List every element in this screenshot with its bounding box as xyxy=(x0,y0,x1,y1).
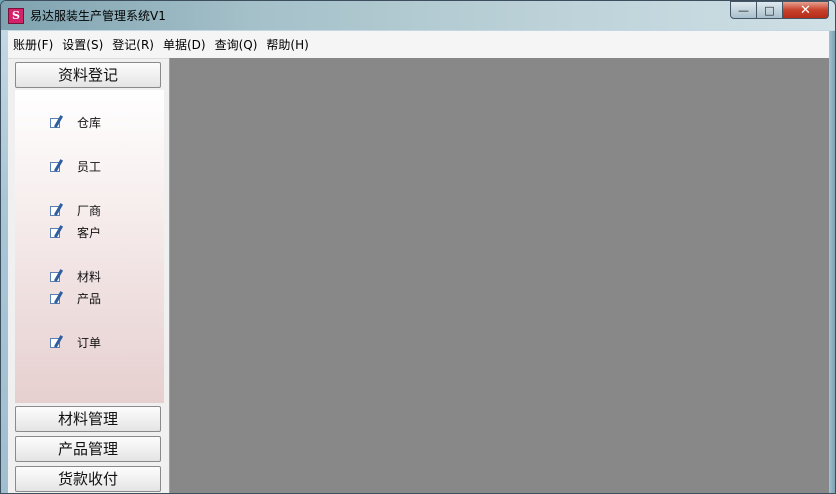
title-bar[interactable]: S 易达服装生产管理系统V1 — □ ✕ xyxy=(1,1,835,30)
close-button[interactable]: ✕ xyxy=(783,1,829,19)
menu-settings[interactable]: 设置(S) xyxy=(58,34,107,56)
sidebar-item-label: 订单 xyxy=(77,335,102,350)
sidebar-item-label: 仓库 xyxy=(77,115,102,130)
edit-doc-icon xyxy=(49,203,65,217)
sidebar-panel: 仓库 员工 厂商 客户 材料 产品 订单 xyxy=(15,90,164,403)
maximize-button[interactable]: □ xyxy=(757,1,783,19)
sidebar-item-label: 员工 xyxy=(77,159,102,174)
menu-bar: 账册(F) 设置(S) 登记(R) 单据(D) 查询(Q) 帮助(H) xyxy=(8,31,829,59)
menu-query[interactable]: 查询(Q) xyxy=(211,34,262,56)
mdi-workspace[interactable] xyxy=(169,58,830,493)
product-management-button[interactable]: 产品管理 xyxy=(15,436,161,462)
menu-help[interactable]: 帮助(H) xyxy=(262,34,312,56)
sidebar-item-label: 产品 xyxy=(77,291,102,306)
window-border xyxy=(829,31,835,493)
edit-doc-icon xyxy=(49,291,65,305)
sidebar-item-label: 材料 xyxy=(77,269,102,284)
sidebar-item-customer[interactable]: 客户 xyxy=(49,223,101,241)
sidebar-item-material[interactable]: 材料 xyxy=(49,267,101,285)
edit-doc-icon xyxy=(49,225,65,239)
sidebar-header-button[interactable]: 资料登记 xyxy=(15,62,161,88)
main-window: S 易达服装生产管理系统V1 — □ ✕ 账册(F) 设置(S) 登记(R) 单… xyxy=(0,0,836,494)
edit-doc-icon xyxy=(49,335,65,349)
menu-ledger[interactable]: 账册(F) xyxy=(9,34,57,56)
edit-doc-icon xyxy=(49,159,65,173)
material-management-button[interactable]: 材料管理 xyxy=(15,406,161,432)
minimize-button[interactable]: — xyxy=(730,1,757,19)
client-area: 账册(F) 设置(S) 登记(R) 单据(D) 查询(Q) 帮助(H) 资料登记… xyxy=(8,31,830,493)
sidebar-item-employee[interactable]: 员工 xyxy=(49,157,101,175)
window-controls: — □ ✕ xyxy=(730,1,829,20)
sidebar-item-order[interactable]: 订单 xyxy=(49,333,101,351)
sidebar-item-warehouse[interactable]: 仓库 xyxy=(49,113,101,131)
sidebar-item-label: 厂商 xyxy=(77,203,102,218)
edit-doc-icon xyxy=(49,269,65,283)
sidebar-item-label: 客户 xyxy=(77,225,102,240)
sidebar-item-product[interactable]: 产品 xyxy=(49,289,101,307)
menu-documents[interactable]: 单据(D) xyxy=(159,34,210,56)
edit-doc-icon xyxy=(49,115,65,129)
menu-register[interactable]: 登记(R) xyxy=(108,34,158,56)
sidebar: 资料登记 仓库 员工 厂商 客户 材料 产品 订单 材料管理 产品管理 货款收付 xyxy=(12,60,164,493)
sidebar-item-vendor[interactable]: 厂商 xyxy=(49,201,101,219)
payment-button[interactable]: 货款收付 xyxy=(15,466,161,492)
window-title: 易达服装生产管理系统V1 xyxy=(30,9,166,23)
app-icon[interactable]: S xyxy=(8,8,24,24)
